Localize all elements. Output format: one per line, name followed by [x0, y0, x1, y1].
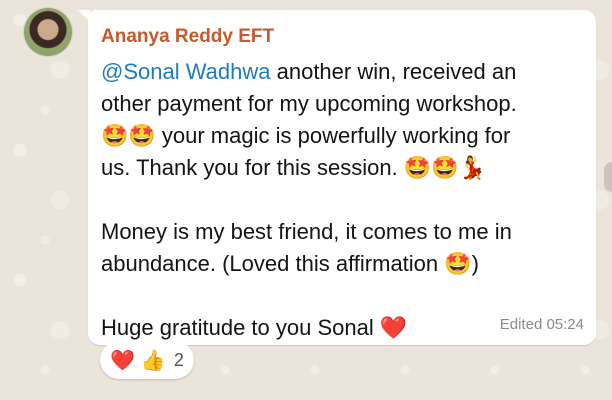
sender-name[interactable]: Ananya Reddy EFT	[101, 26, 274, 48]
message-line-text: another win, received an	[270, 59, 517, 84]
reactions-pill[interactable]: ❤️ 👍 2	[100, 341, 194, 379]
sender-avatar[interactable]	[24, 8, 72, 56]
message-line-7: abundance. (Loved this affirmation 🤩)	[101, 251, 479, 276]
message-text: @Sonal Wadhwa another win, received an o…	[101, 56, 591, 344]
message-line-4: us. Thank you for this session. 🤩🤩💃	[101, 155, 487, 180]
reaction-count: 2	[173, 349, 184, 370]
thumbs-up-reaction-icon: 👍	[140, 348, 166, 372]
message-line-1: @Sonal Wadhwa another win, received an	[101, 56, 591, 88]
mention-link[interactable]: @Sonal Wadhwa	[101, 59, 271, 84]
message-meta-edited-time: Edited 05:24	[499, 316, 584, 333]
message-line-3: 🤩🤩 your magic is powerfully working for	[101, 123, 511, 148]
message-line-6: Money is my best friend, it comes to me …	[101, 219, 512, 244]
message-line-2: other payment for my upcoming workshop.	[101, 91, 517, 116]
heart-reaction-icon: ❤️	[110, 348, 135, 372]
scroll-handle[interactable]	[604, 162, 612, 192]
message-bubble[interactable]: Ananya Reddy EFT @Sonal Wadhwa another w…	[88, 10, 596, 345]
